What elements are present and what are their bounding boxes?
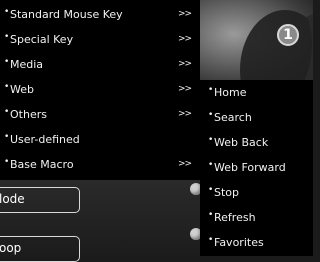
submenu-arrow-icon: >> [178, 34, 192, 44]
menu-item-media[interactable]: • Media >> [0, 52, 200, 77]
menu-item-standard-mouse-key[interactable]: • Standard Mouse Key >> [0, 2, 200, 27]
submenu-arrow-icon: >> [178, 59, 192, 69]
menu-item-label: Base Macro [10, 158, 74, 171]
bullet: • [4, 57, 10, 67]
menu-item-base-macro[interactable]: • Base Macro >> [0, 152, 200, 177]
submenu-arrow-icon: >> [178, 9, 192, 19]
bullet: • [4, 32, 10, 42]
submenu-item-label: Home [214, 86, 247, 99]
bullet: • [208, 160, 214, 170]
submenu-arrow-icon: >> [178, 159, 192, 169]
menu-item-label: Web [10, 83, 34, 96]
bullet: • [208, 235, 214, 245]
submenu-arrow-icon: >> [178, 109, 192, 119]
bullet: • [208, 135, 214, 145]
bullet: • [208, 210, 214, 220]
submenu-item-search[interactable]: • Search [200, 105, 313, 130]
button-number-badge[interactable]: 1 [277, 24, 299, 46]
submenu-item-refresh[interactable]: • Refresh [200, 205, 313, 230]
bullet: • [4, 107, 10, 117]
bullet: • [208, 85, 214, 95]
bullet: • [4, 7, 10, 17]
bullet: • [208, 110, 214, 120]
submenu-item-web-back[interactable]: • Web Back [200, 130, 313, 155]
submenu-arrow-icon: >> [178, 84, 192, 94]
menu-item-web[interactable]: • Web >> [0, 77, 200, 102]
submenu-item-label: Web Forward [214, 161, 286, 174]
submenu-item-favorites[interactable]: • Favorites [200, 230, 313, 255]
menu-item-user-defined[interactable]: • User-defined [0, 127, 200, 152]
menu-item-special-key[interactable]: • Special Key >> [0, 27, 200, 52]
bullet: • [4, 132, 10, 142]
submenu-item-label: Stop [214, 186, 240, 199]
submenu-item-label: Refresh [214, 211, 256, 224]
bullet: • [4, 82, 10, 92]
menu-item-label: Standard Mouse Key [10, 8, 123, 21]
loop-field[interactable]: oop [0, 236, 80, 262]
submenu-item-label: Search [214, 111, 252, 124]
menu-item-label: Special Key [10, 33, 74, 46]
menu-item-label: Others [10, 108, 47, 121]
bullet: • [4, 157, 10, 167]
submenu-item-web-forward[interactable]: • Web Forward [200, 155, 313, 180]
menu-item-others[interactable]: • Others >> [0, 102, 200, 127]
submenu-item-home[interactable]: • Home [200, 80, 313, 105]
key-function-menu: • Standard Mouse Key >> • Special Key >>… [0, 0, 200, 180]
bullet: • [208, 185, 214, 195]
submenu-item-label: Web Back [214, 136, 269, 149]
mouse-edge [200, 0, 313, 85]
menu-item-label: User-defined [10, 133, 80, 146]
web-submenu: • Home • Search • Web Back • Web Forward… [200, 80, 313, 256]
submenu-item-label: Favorites [214, 236, 264, 249]
submenu-item-stop[interactable]: • Stop [200, 180, 313, 205]
mode-field[interactable]: lode [0, 187, 80, 213]
menu-item-label: Media [10, 58, 44, 71]
mouse-photo [200, 0, 313, 85]
